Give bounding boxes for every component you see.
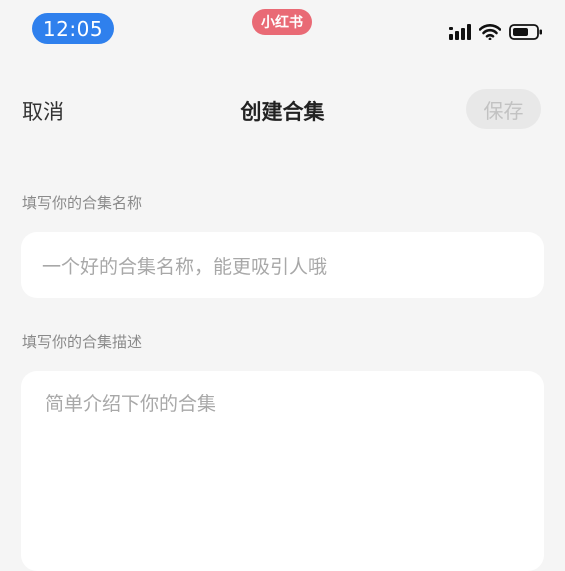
status-time: 12:05 — [32, 13, 114, 44]
collection-name-input[interactable]: 一个好的合集名称，能更吸引人哦 — [21, 232, 544, 298]
battery-icon — [509, 24, 543, 40]
status-bar: 12:05 小红书 — [0, 0, 565, 60]
collection-description-textarea[interactable]: 简单介绍下你的合集 — [21, 371, 544, 571]
save-button[interactable]: 保存 — [466, 89, 541, 129]
signal-icon — [449, 24, 471, 40]
collection-description-label: 填写你的合集描述 — [22, 333, 143, 351]
status-icons — [449, 22, 543, 42]
collection-name-label: 填写你的合集名称 — [22, 194, 143, 212]
wifi-icon — [479, 24, 501, 40]
nav-bar: 取消 创建合集 保存 — [0, 80, 565, 138]
brand-badge: 小红书 — [252, 9, 312, 35]
